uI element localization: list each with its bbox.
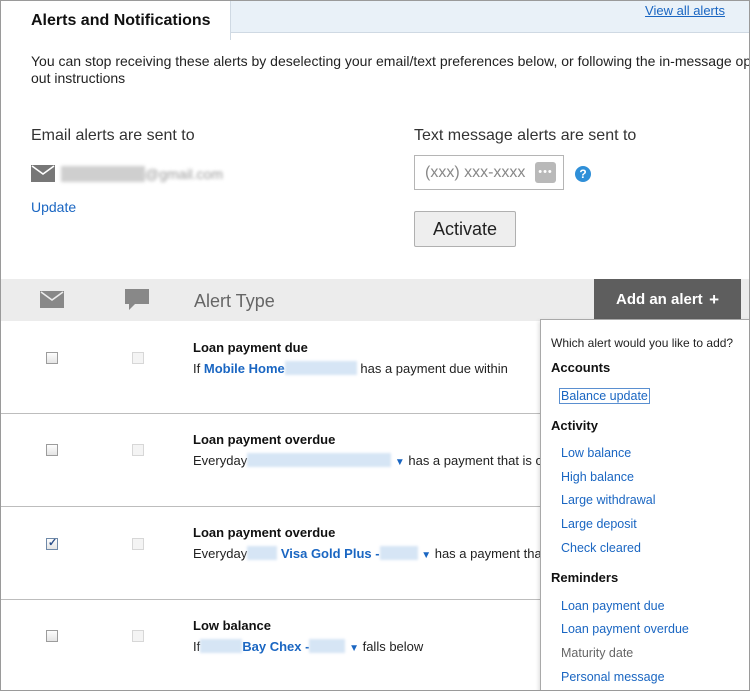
- envelope-icon: [31, 165, 55, 182]
- view-all-alerts-link[interactable]: View all alerts: [645, 3, 725, 18]
- dropdown-item-large-withdrawal[interactable]: Large withdrawal: [561, 493, 656, 507]
- activate-button[interactable]: Activate: [414, 211, 516, 247]
- email-checkbox[interactable]: [46, 630, 58, 642]
- text-checkbox[interactable]: [132, 538, 144, 550]
- intro-line-1: You can stop receiving these alerts by d…: [31, 53, 750, 69]
- desc-prefix: Everyday: [193, 453, 248, 468]
- desc-suffix: has a payment that: [434, 546, 546, 561]
- add-alert-label: Add an alert: [616, 291, 703, 308]
- alert-title: Loan payment overdue: [193, 525, 336, 540]
- tab-bar-background: View all alerts: [231, 1, 749, 33]
- tab-bar: Alerts and Notifications View all alerts: [1, 1, 749, 40]
- account-selector[interactable]: Bay Chex -: [242, 639, 309, 654]
- alert-description: If Mobile Home has a payment due within: [193, 361, 508, 376]
- dropdown-question: Which alert would you like to add?: [551, 336, 734, 350]
- desc-suffix: falls below: [362, 639, 424, 654]
- add-alert-button[interactable]: Add an alert +: [594, 279, 741, 320]
- desc-suffix: has a payment that is ov: [408, 453, 550, 468]
- masked-account: [309, 639, 346, 653]
- alert-title: Loan payment overdue: [193, 432, 336, 447]
- chevron-down-icon[interactable]: ▼: [421, 550, 431, 561]
- email-address: xxxxxxxxxxxx@gmail.com: [61, 166, 223, 182]
- dropdown-item-personal-message[interactable]: Personal message: [561, 670, 665, 684]
- masked-account[interactable]: [247, 453, 392, 467]
- email-checkbox[interactable]: [46, 352, 58, 364]
- email-domain: @gmail.com: [145, 166, 224, 182]
- chevron-down-icon[interactable]: ▼: [349, 643, 359, 654]
- plus-icon: +: [709, 290, 719, 309]
- update-email-link[interactable]: Update: [31, 199, 76, 215]
- chat-bubble-icon: [125, 289, 149, 310]
- dropdown-section-activity: Activity: [551, 418, 598, 433]
- dropdown-item-balance-update[interactable]: Balance update: [559, 388, 650, 404]
- help-icon[interactable]: ?: [575, 166, 591, 182]
- chevron-down-icon[interactable]: ▼: [395, 457, 405, 468]
- masked-account: [200, 639, 243, 653]
- envelope-icon: [40, 291, 64, 308]
- alert-type-column-header: Alert Type: [194, 291, 275, 311]
- text-checkbox[interactable]: [132, 444, 144, 456]
- dropdown-item-low-balance[interactable]: Low balance: [561, 446, 631, 460]
- tab-alerts-and-notifications[interactable]: Alerts and Notifications: [1, 1, 231, 40]
- alerts-page: Alerts and Notifications View all alerts…: [0, 0, 750, 691]
- dropdown-item-loan-payment-overdue[interactable]: Loan payment overdue: [561, 622, 689, 636]
- desc-prefix: If: [193, 639, 201, 654]
- alert-description: Everyday ▼ has a payment that is ov: [193, 453, 549, 468]
- intro-text: You can stop receiving these alerts by d…: [31, 53, 750, 87]
- add-alert-dropdown: Which alert would you like to add? Accou…: [540, 319, 749, 690]
- email-alerts-heading: Email alerts are sent to: [31, 127, 195, 144]
- text-checkbox[interactable]: [132, 352, 144, 364]
- desc-prefix: Everyday: [193, 546, 248, 561]
- dropdown-item-high-balance[interactable]: High balance: [561, 470, 634, 484]
- alert-description: If Bay Chex - ▼ falls below: [193, 639, 423, 654]
- desc-suffix: has a payment due within: [360, 361, 508, 376]
- masked-account: [379, 546, 418, 560]
- text-checkbox[interactable]: [132, 630, 144, 642]
- dropdown-section-accounts: Accounts: [551, 360, 611, 375]
- dropdown-item-large-deposit[interactable]: Large deposit: [561, 517, 637, 531]
- text-alerts-heading: Text message alerts are sent to: [414, 127, 637, 144]
- account-selector[interactable]: Mobile Home: [204, 361, 285, 376]
- dropdown-item-check-cleared[interactable]: Check cleared: [561, 541, 641, 555]
- tab-title: Alerts and Notifications: [31, 12, 211, 29]
- desc-prefix: If: [193, 361, 201, 376]
- account-selector[interactable]: Visa Gold Plus -: [281, 546, 380, 561]
- dropdown-item-maturity-date: Maturity date: [561, 646, 634, 660]
- intro-line-2: out instructions: [31, 70, 126, 86]
- email-checkbox[interactable]: [46, 444, 58, 456]
- dots-icon[interactable]: •••: [535, 162, 556, 183]
- alert-title: Low balance: [193, 618, 272, 633]
- masked-account: [247, 546, 278, 560]
- email-checkbox[interactable]: [46, 536, 58, 550]
- masked-account: [284, 361, 357, 375]
- dropdown-item-loan-payment-due[interactable]: Loan payment due: [561, 599, 665, 613]
- alert-description: Everyday Visa Gold Plus - ▼ has a paymen…: [193, 546, 545, 561]
- alert-title: Loan payment due: [193, 340, 308, 355]
- dropdown-section-reminders: Reminders: [551, 570, 619, 585]
